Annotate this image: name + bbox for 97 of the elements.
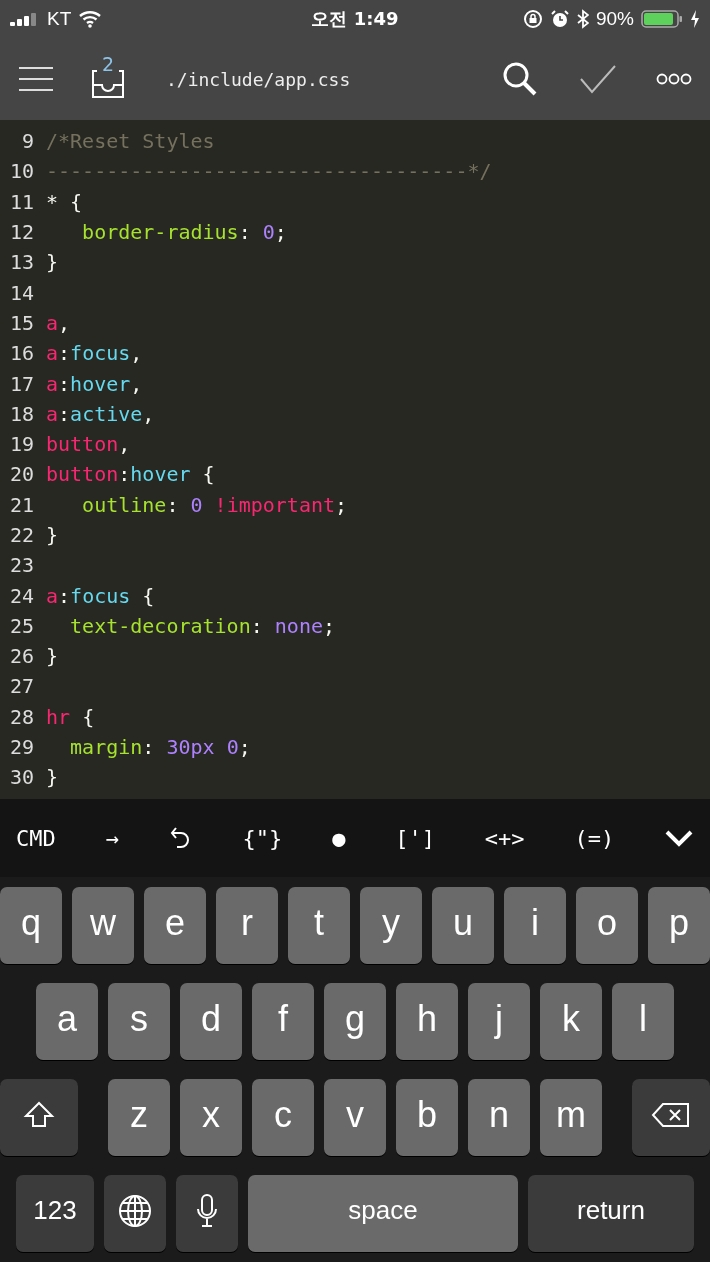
accessory-key[interactable]: CMD [14, 821, 58, 855]
accessory-key[interactable]: ● [330, 821, 348, 855]
line-number: 15 [8, 310, 34, 335]
code-line: button, [46, 432, 131, 457]
line-number: 27 [8, 674, 34, 699]
line-number: 12 [8, 220, 34, 245]
letter-key[interactable]: h [396, 983, 458, 1060]
line-number: 11 [8, 189, 34, 214]
code-line: margin: 30px 0; [69, 735, 251, 760]
code-line: button:hover { [46, 462, 215, 487]
shift-icon [23, 1099, 55, 1130]
letter-key[interactable]: x [180, 1079, 242, 1156]
code-line: a, [46, 310, 71, 335]
clock: 오전 1:49 [311, 7, 399, 31]
line-number: 25 [8, 613, 34, 638]
letter-key[interactable]: f [252, 983, 314, 1060]
numbers-key[interactable]: 123 [16, 1175, 94, 1252]
file-path: ./include/app.css [166, 68, 352, 90]
accessory-key[interactable]: ['] [393, 821, 437, 855]
line-number: 28 [8, 704, 34, 729]
line-number: 17 [8, 371, 34, 396]
bluetooth-icon [576, 9, 589, 29]
letter-key[interactable]: c [252, 1079, 314, 1156]
accessory-key[interactable]: <+> [482, 821, 527, 855]
line-number: 16 [8, 341, 34, 366]
space-key[interactable]: space [248, 1175, 518, 1252]
letter-key[interactable]: l [612, 983, 674, 1060]
accessory-key[interactable]: (=) [572, 821, 617, 855]
line-number: 19 [8, 432, 34, 457]
accessory-key[interactable]: → [103, 821, 121, 855]
code-line: } [46, 765, 59, 790]
line-number: 18 [8, 401, 34, 426]
backspace-icon [651, 1100, 691, 1129]
code-line: } [46, 523, 59, 547]
line-number: 10 [8, 159, 34, 184]
line-number: 23 [8, 553, 34, 578]
inbox-button[interactable]: 2 [86, 59, 130, 99]
code-line: * { [46, 189, 83, 214]
line-number: 24 [8, 583, 34, 608]
globe-key[interactable] [104, 1175, 166, 1252]
shift-key[interactable] [0, 1079, 78, 1156]
code-line: a:hover, [46, 371, 143, 396]
code-line: a:active, [46, 401, 155, 426]
return-key[interactable]: return [528, 1175, 694, 1252]
line-number: 9 [20, 129, 34, 154]
rotation-lock-icon [522, 9, 543, 29]
letter-key[interactable]: n [468, 1079, 530, 1156]
line-number: 29 [8, 735, 34, 760]
letter-key[interactable]: r [216, 887, 278, 964]
letter-key[interactable]: m [540, 1079, 602, 1156]
accessory-key[interactable]: {"} [240, 821, 285, 855]
microphone-key[interactable] [176, 1175, 238, 1252]
letter-key[interactable]: i [504, 887, 566, 964]
line-number: 14 [8, 280, 34, 305]
globe-icon [117, 1192, 153, 1229]
letter-key[interactable]: z [108, 1079, 170, 1156]
letter-key[interactable]: j [468, 983, 530, 1060]
letter-key[interactable]: a [36, 983, 98, 1060]
battery-percent: 90% [595, 8, 634, 30]
battery-icon [641, 9, 683, 29]
line-number: 30 [8, 765, 34, 790]
code-line: hr { [46, 704, 95, 729]
line-number: 22 [8, 523, 34, 547]
letter-key[interactable]: s [108, 983, 170, 1060]
letter-key[interactable]: w [72, 887, 134, 964]
line-number: 21 [8, 492, 34, 517]
carrier-name: KT [47, 8, 72, 30]
code-line: text-decoration: none; [69, 613, 335, 638]
code-line: -----------------------------------*/ [46, 159, 492, 184]
letter-key[interactable]: d [180, 983, 242, 1060]
code-line: } [46, 250, 59, 275]
charging-icon [690, 9, 700, 29]
code-line: a:focus, [46, 341, 143, 366]
microphone-icon [195, 1192, 219, 1229]
code-line: border-radius: 0; [81, 220, 287, 245]
letter-key[interactable]: e [144, 887, 206, 964]
letter-key[interactable]: q [0, 887, 62, 964]
letter-key[interactable]: o [576, 887, 638, 964]
delete-key[interactable] [632, 1079, 710, 1156]
letter-key[interactable]: u [432, 887, 494, 964]
wifi-icon [78, 10, 103, 28]
line-number: 20 [8, 462, 34, 487]
letter-key[interactable]: y [360, 887, 422, 964]
code-line: } [46, 644, 59, 669]
code-line: a:focus { [46, 583, 155, 608]
line-number: 26 [8, 644, 34, 669]
letter-key[interactable]: k [540, 983, 602, 1060]
letter-key[interactable]: p [648, 887, 710, 964]
alarm-icon [549, 9, 570, 29]
letter-key[interactable]: b [396, 1079, 458, 1156]
letter-key[interactable]: t [288, 887, 350, 964]
code-line: outline: 0 !important; [81, 492, 348, 517]
chevron-down-icon [664, 828, 694, 848]
code-line: /*Reset Styles [46, 129, 215, 154]
letter-key[interactable]: v [324, 1079, 386, 1156]
line-number: 13 [8, 250, 34, 275]
letter-key[interactable]: g [324, 983, 386, 1060]
